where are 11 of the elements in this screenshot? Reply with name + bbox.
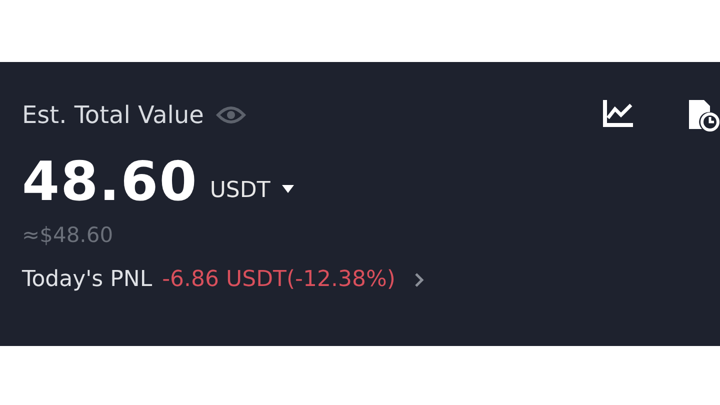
eye-icon[interactable]: [216, 105, 246, 125]
pnl-value: -6.86 USDT(-12.38%): [162, 267, 396, 292]
chart-icon[interactable]: [602, 98, 634, 128]
total-value-label: Est. Total Value: [22, 101, 204, 129]
pnl-label: Today's PNL: [22, 267, 152, 292]
history-icon[interactable]: [686, 98, 720, 132]
fiat-estimate: ≈$48.60: [22, 223, 114, 247]
chevron-right-icon[interactable]: [415, 272, 424, 286]
balance-amount: 48.60: [22, 150, 198, 213]
caret-icon[interactable]: [282, 184, 294, 192]
currency-selector[interactable]: USDT: [210, 178, 270, 203]
